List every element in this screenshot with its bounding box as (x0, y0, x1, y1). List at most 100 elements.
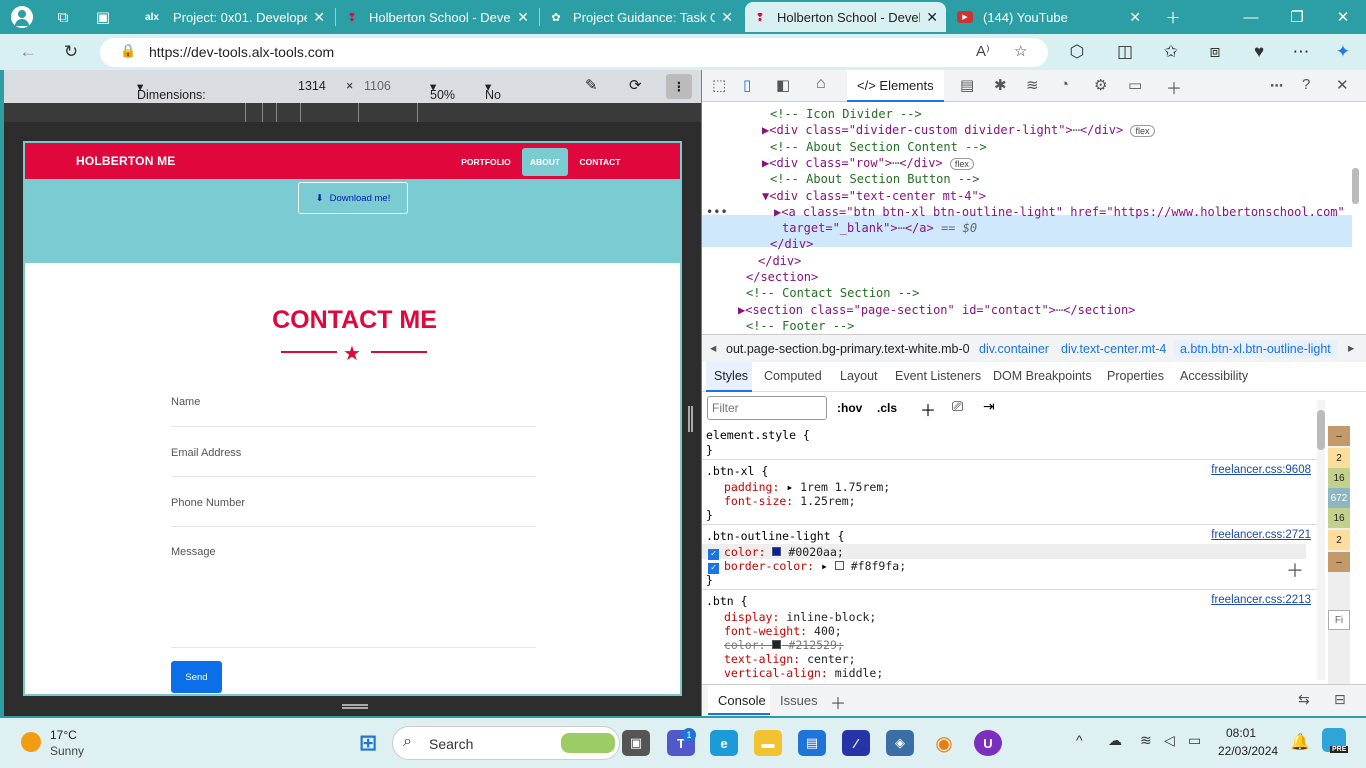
dom-node[interactable]: <!-- About Section Button --> (770, 171, 980, 187)
minimize-button[interactable]: — (1228, 0, 1274, 34)
styles-filter-input[interactable] (707, 396, 827, 420)
clock-time[interactable]: 08:01 (1226, 726, 1256, 740)
email-field[interactable]: Email Address (171, 447, 241, 459)
file-explorer-icon[interactable]: ▬ (754, 730, 782, 756)
css-declaration[interactable]: ✓ color: #0020aa; (708, 545, 844, 560)
download-button[interactable]: ⬇ Download me! (298, 182, 408, 214)
address-bar[interactable]: 🔒 https://dev-tools.alx-tools.com A⁾ ☆ (100, 38, 1048, 67)
message-field[interactable]: Message (171, 546, 216, 558)
tab-properties[interactable]: Properties (1107, 369, 1164, 383)
css-declaration[interactable]: display: inline-block; (724, 610, 876, 624)
favorite-star-icon[interactable]: ☆ (1014, 42, 1027, 60)
split-screen-icon[interactable]: ◫ (1112, 40, 1138, 64)
nav-contact[interactable]: CONTACT (573, 148, 627, 176)
new-rule-icon[interactable]: ＋ (920, 397, 936, 421)
tab-layout[interactable]: Layout (840, 369, 878, 383)
dom-node[interactable]: ▶<div class="row">⋯</div> flex (762, 155, 974, 171)
new-tab-button[interactable]: ＋ (1150, 0, 1196, 34)
rule-source-link[interactable]: freelancer.css:9608 (1211, 464, 1311, 476)
rule-selector[interactable]: .btn-outline-light { (706, 529, 844, 543)
window-close-button[interactable]: ✕ (1320, 0, 1366, 34)
blender-icon[interactable]: ◉ (930, 730, 958, 756)
add-tab-icon[interactable]: ＋ (1166, 75, 1182, 99)
throttling-dropdown[interactable]: No throttling ▾ (485, 79, 533, 116)
edge-browser-icon[interactable]: e (710, 730, 738, 756)
width-input[interactable]: 1314 (298, 79, 326, 93)
close-icon[interactable]: ✕ (721, 9, 733, 26)
rule-selector[interactable]: element.style { (706, 428, 810, 442)
tab-computed[interactable]: Computed (764, 369, 822, 383)
visual-studio-icon[interactable]: ∕ (842, 730, 870, 756)
dom-node-selected[interactable]: ▶<a class="btn btn-xl btn-outline-light"… (774, 204, 1345, 220)
restore-button[interactable]: ❐ (1274, 0, 1320, 34)
rule-selector[interactable]: .btn { (706, 594, 748, 608)
collections-icon[interactable]: ⧈ (1202, 40, 1228, 64)
breadcrumb-item-active[interactable]: a.btn.btn-xl.btn-outline-light (1174, 340, 1337, 358)
extensions-icon[interactable]: ⬡ (1064, 40, 1090, 64)
copilot-icon[interactable]: ✦ (1330, 40, 1356, 64)
close-drawer-icon[interactable]: ⊟ (1334, 691, 1346, 708)
css-declaration[interactable]: vertical-align: middle; (724, 666, 883, 680)
device-toggle-icon[interactable]: ▯ (743, 76, 751, 94)
breadcrumb-item[interactable]: div.text-center.mt-4 (1061, 342, 1166, 356)
speaker-icon[interactable]: ◁ (1164, 732, 1175, 749)
rule-source-link[interactable]: freelancer.css:2721 (1211, 529, 1311, 541)
drawer-tab-issues[interactable]: Issues (780, 693, 818, 708)
tab-project-guidance[interactable]: ✿ Project Guidance: Task Ov ✕ (541, 2, 741, 32)
profile-avatar-icon[interactable] (0, 0, 44, 34)
cls-toggle[interactable]: .cls (877, 401, 897, 415)
resize-handle-right[interactable] (688, 406, 693, 432)
add-property-icon[interactable]: ＋ (1286, 557, 1304, 583)
battery-icon[interactable]: ▭ (1188, 732, 1201, 749)
vertical-tabs-icon[interactable]: ▣ (80, 0, 126, 34)
rotate-icon[interactable]: ⟳ (629, 76, 642, 94)
drawer-tab-console[interactable]: Console (718, 693, 766, 708)
height-input[interactable]: 1106 (364, 79, 391, 93)
elements-scrollbar[interactable] (1352, 168, 1359, 204)
paint-brush-icon[interactable]: ⎚ (952, 398, 963, 415)
devtools-close-icon[interactable]: ✕ (1336, 76, 1349, 94)
dom-node[interactable]: </div> (770, 236, 813, 252)
inspect-icon[interactable]: ⬚ (712, 76, 726, 94)
close-icon[interactable]: ✕ (926, 9, 938, 26)
close-icon[interactable]: ✕ (313, 9, 325, 26)
breadcrumb-item[interactable]: out.page-section.bg-primary.text-white.m… (726, 342, 970, 356)
crumb-left-arrow-icon[interactable]: ◂ (710, 340, 716, 355)
windows-start-icon[interactable]: ⊞ (354, 730, 382, 756)
url-text[interactable]: https://dev-tools.alx-tools.com (149, 44, 334, 60)
css-declaration[interactable]: font-size: 1.25rem; (724, 494, 856, 508)
dom-node-selected-cont[interactable]: target="_blank">⋯</a> == $0 (782, 220, 977, 236)
tab-accessibility[interactable]: Accessibility (1180, 369, 1248, 383)
breadcrumb-item[interactable]: div.container (979, 342, 1049, 356)
css-declaration[interactable]: text-align: center; (724, 652, 856, 666)
devtools-more-icon[interactable]: ⋯ (1270, 78, 1283, 94)
dom-node[interactable]: <!-- Footer --> (746, 318, 854, 332)
styles-scrollbar[interactable] (1317, 400, 1325, 680)
welcome-home-icon[interactable]: ⌂ (816, 75, 826, 93)
close-icon[interactable]: ✕ (517, 9, 529, 26)
toggle-sidebar-icon[interactable]: ⇥ (983, 398, 995, 415)
proton-vpn-icon[interactable]: U (974, 730, 1002, 756)
dom-node[interactable]: </div> (758, 253, 801, 269)
favorites-icon[interactable]: ✩ (1158, 40, 1184, 64)
nav-about[interactable]: ABOUT (522, 148, 568, 176)
tab-holberton-1[interactable]: ❢ Holberton School - Develo ✕ (337, 2, 537, 32)
dom-node[interactable]: </section> (746, 269, 818, 285)
tab-styles[interactable]: Styles (714, 369, 748, 383)
crumb-right-arrow-icon[interactable]: ▸ (1348, 340, 1354, 355)
css-declaration-overridden[interactable]: color: #212529; (724, 638, 844, 652)
application-icon[interactable]: ▭ (1128, 76, 1142, 94)
dom-node[interactable]: <!-- About Section Content --> (770, 139, 987, 155)
wifi-icon[interactable]: ≋ (1140, 732, 1152, 749)
taskbar-search[interactable]: ⌕ Search (392, 726, 620, 760)
nav-portfolio[interactable]: PORTFOLIO (457, 148, 515, 176)
console-icon[interactable]: ▤ (960, 76, 974, 94)
css-declaration[interactable]: font-weight: 400; (724, 624, 842, 638)
dimensions-dropdown[interactable]: Dimensions: Responsive ▾ (137, 79, 206, 116)
dom-node[interactable]: ▶<div class="divider-custom divider-ligh… (762, 122, 1155, 138)
dom-node[interactable]: <!-- Contact Section --> (746, 285, 919, 301)
computed-filter[interactable]: Fi (1328, 610, 1350, 630)
dom-node[interactable]: <!-- Icon Divider --> (770, 106, 922, 122)
read-aloud-icon[interactable]: A⁾ (976, 42, 990, 60)
weather-desc[interactable]: Sunny (50, 744, 84, 758)
